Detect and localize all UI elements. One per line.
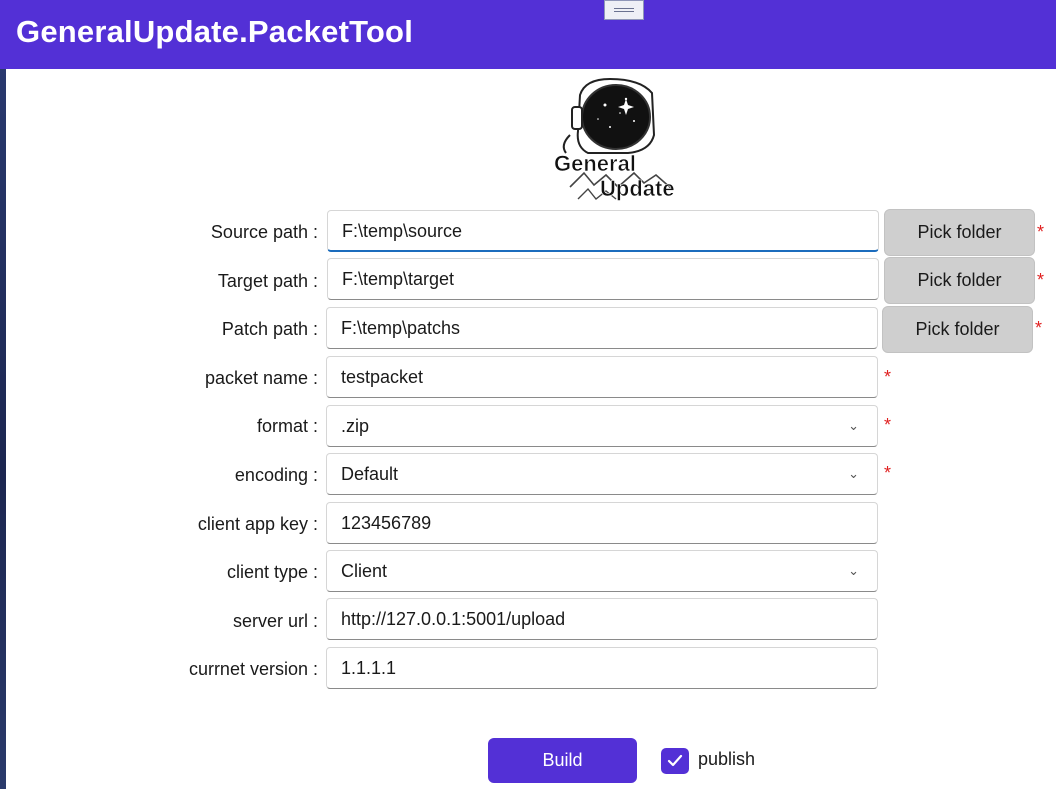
packet-name-label: packet name : <box>204 368 318 388</box>
logo-line2: Update <box>600 176 675 201</box>
checkmark-icon <box>667 754 683 767</box>
publish-checkbox[interactable] <box>661 748 689 774</box>
source-path-label: Source path : <box>210 222 318 242</box>
patch-path-input[interactable]: F:\temp\patchs <box>326 307 878 349</box>
server-url-input[interactable]: http://127.0.0.1:5001/upload <box>326 598 878 640</box>
current-version-label: currnet version : <box>188 659 318 679</box>
source-pick-folder-button[interactable]: Pick folder <box>884 209 1035 256</box>
chevron-down-icon: ⌄ <box>848 418 859 433</box>
encoding-value: Default <box>341 464 399 484</box>
format-select[interactable]: .zip ⌄ <box>326 405 878 447</box>
format-label: format : <box>256 416 318 436</box>
source-path-input[interactable]: F:\temp\source <box>327 210 879 252</box>
packet-name-required-marker: * <box>884 367 892 387</box>
app-title: GeneralUpdate.PacketTool <box>16 14 414 49</box>
format-required-marker: * <box>884 415 892 435</box>
packet-name-input[interactable]: testpacket <box>326 356 878 398</box>
target-path-label: Target path : <box>217 271 318 291</box>
client-app-key-input[interactable]: 123456789 <box>326 502 878 544</box>
build-button[interactable]: Build <box>488 738 637 783</box>
target-pick-folder-button[interactable]: Pick folder <box>884 257 1035 304</box>
target-path-input[interactable]: F:\temp\target <box>327 258 879 300</box>
encoding-label: encoding : <box>234 465 318 485</box>
logo-line1: General <box>554 151 636 176</box>
general-update-logo: General Update <box>554 77 675 201</box>
target-required-marker: * <box>1037 270 1045 290</box>
server-url-label: server url : <box>232 611 318 631</box>
current-version-input[interactable]: 1.1.1.1 <box>326 647 878 689</box>
patch-pick-folder-button[interactable]: Pick folder <box>882 306 1033 353</box>
publish-label[interactable]: publish <box>698 749 755 770</box>
client-type-label: client type : <box>226 562 318 582</box>
client-app-key-label: client app key : <box>197 514 318 534</box>
chevron-down-icon: ⌄ <box>848 466 859 481</box>
encoding-select[interactable]: Default ⌄ <box>326 453 878 495</box>
chevron-down-icon: ⌄ <box>848 563 859 578</box>
source-required-marker: * <box>1037 222 1045 242</box>
patch-required-marker: * <box>1035 318 1043 338</box>
format-value: .zip <box>341 416 370 436</box>
client-type-value: Client <box>341 561 388 581</box>
client-type-select[interactable]: Client ⌄ <box>326 550 878 592</box>
patch-path-label: Patch path : <box>221 319 318 339</box>
title-bar: GeneralUpdate.PacketTool <box>0 0 1056 69</box>
encoding-required-marker: * <box>884 463 892 483</box>
drag-handle-icon[interactable] <box>604 0 644 20</box>
